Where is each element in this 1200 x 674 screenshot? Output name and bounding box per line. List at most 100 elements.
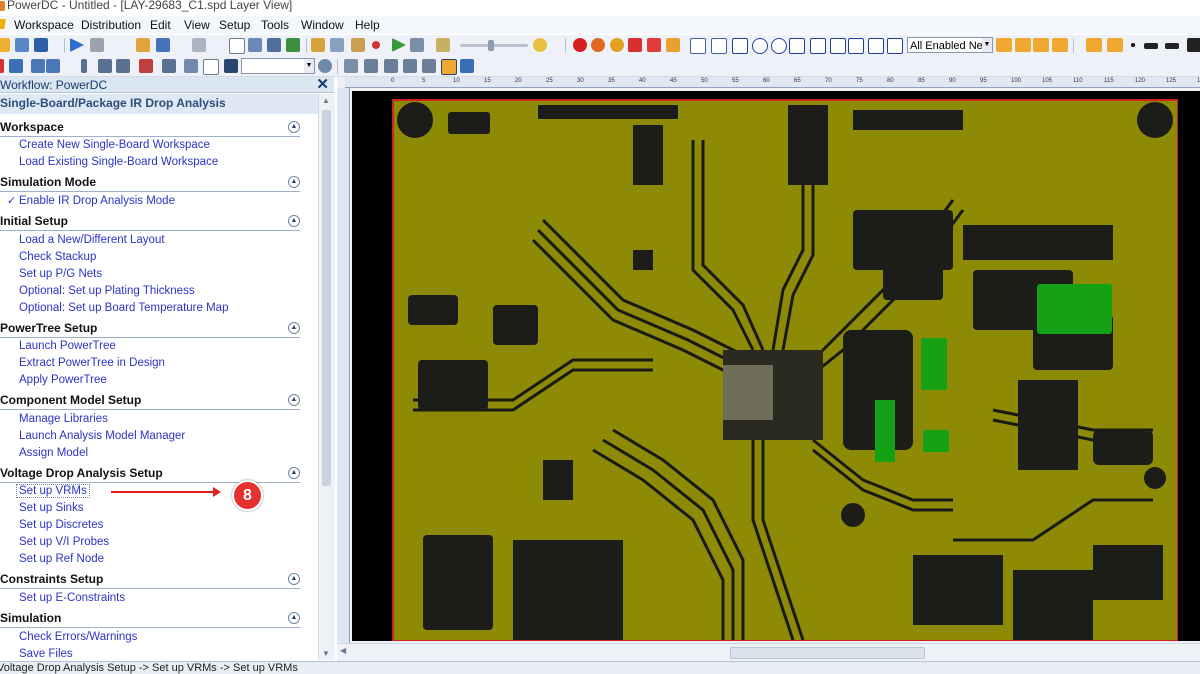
slider-track[interactable] <box>460 44 528 47</box>
section-initial-setup[interactable]: Initial Setup ▲ <box>0 214 300 231</box>
add-shape-icon[interactable] <box>789 38 805 54</box>
pan-icon[interactable] <box>46 59 60 73</box>
snap-icon[interactable] <box>162 59 176 73</box>
section-component-model-setup[interactable]: Component Model Setup ▲ <box>0 393 300 410</box>
layer-icon[interactable] <box>690 38 706 54</box>
link-manage-libraries[interactable]: Manage Libraries <box>19 413 108 425</box>
save-icon[interactable] <box>34 38 48 52</box>
circle-tool-icon[interactable] <box>868 38 884 54</box>
line-icon[interactable] <box>1015 38 1031 52</box>
section-powertree-setup[interactable]: PowerTree Setup ▲ <box>0 321 300 338</box>
scroll-thumb[interactable] <box>730 647 925 659</box>
link-assign-model[interactable]: Assign Model <box>19 447 88 459</box>
distribute-icon[interactable] <box>98 59 112 73</box>
link-temperature-map[interactable]: Optional: Set up Board Temperature Map <box>19 302 228 314</box>
menu-tools[interactable]: Tools <box>261 18 289 32</box>
collapse-icon[interactable]: ▲ <box>288 121 300 133</box>
menu-window[interactable]: Window <box>301 18 344 32</box>
link-check-stackup[interactable]: Check Stackup <box>19 251 96 263</box>
align-bottom-icon[interactable] <box>1086 38 1102 52</box>
cross-icon[interactable] <box>0 59 4 73</box>
collapse-icon[interactable]: ▲ <box>288 322 300 334</box>
polygon-icon[interactable] <box>810 38 826 54</box>
shape-tool-icon[interactable] <box>887 38 903 54</box>
cut-icon[interactable] <box>330 38 344 52</box>
draw-icon[interactable] <box>184 59 198 73</box>
rect-icon[interactable] <box>203 59 219 75</box>
menu-workspace[interactable]: Workspace <box>14 18 74 32</box>
probe-icon[interactable] <box>344 59 358 73</box>
capacitor-icon[interactable] <box>647 38 661 52</box>
link-setup-ref-node[interactable]: Set up Ref Node <box>19 553 104 565</box>
link-load-layout[interactable]: Load a New/Different Layout <box>19 234 165 246</box>
emoji-icon[interactable] <box>533 38 547 52</box>
collapse-icon[interactable]: ▲ <box>288 215 300 227</box>
rotate-icon[interactable] <box>248 38 262 52</box>
layer-view-icon[interactable] <box>441 59 457 75</box>
minus-circle-icon[interactable] <box>771 38 787 54</box>
link-plating-thickness[interactable]: Optional: Set up Plating Thickness <box>19 285 195 297</box>
slider-thumb[interactable] <box>488 40 494 51</box>
move-icon[interactable] <box>9 59 23 73</box>
bar-icon[interactable] <box>1144 43 1158 49</box>
stop-sign-icon[interactable] <box>591 38 605 52</box>
menu-help[interactable]: Help <box>355 18 380 32</box>
filter-icon[interactable] <box>610 38 624 52</box>
collapse-icon[interactable]: ▲ <box>288 176 300 188</box>
scroll-down-icon[interactable]: ▼ <box>322 649 330 658</box>
section-voltage-drop-setup[interactable]: Voltage Drop Analysis Setup ▲ <box>0 466 300 483</box>
menu-view[interactable]: View <box>184 18 210 32</box>
shape-edit-icon[interactable] <box>422 59 436 73</box>
open-icon[interactable] <box>15 38 29 52</box>
vertical-icon[interactable] <box>81 59 87 73</box>
link-launch-powertree[interactable]: Launch PowerTree <box>19 340 116 352</box>
menu-edit[interactable]: Edit <box>150 18 171 32</box>
no-entry-icon[interactable] <box>573 38 587 52</box>
stop-icon[interactable] <box>90 38 104 52</box>
link-model-manager[interactable]: Launch Analysis Model Manager <box>19 430 185 442</box>
link-setup-vi-probes[interactable]: Set up V/I Probes <box>19 536 109 548</box>
link-setup-vrms[interactable]: Set up VRMs <box>16 484 90 498</box>
link-extract-powertree[interactable]: Extract PowerTree in Design <box>19 357 165 369</box>
link-check-errors[interactable]: Check Errors/Warnings <box>19 631 137 643</box>
route-icon[interactable] <box>996 38 1012 52</box>
scroll-up-icon[interactable]: ▲ <box>322 96 330 105</box>
measure-icon[interactable] <box>410 38 424 52</box>
scroll-thumb[interactable] <box>322 110 331 486</box>
link-load-workspace[interactable]: Load Existing Single-Board Workspace <box>19 156 218 168</box>
component-icon[interactable] <box>628 38 642 52</box>
brightness-icon[interactable] <box>436 38 450 52</box>
redo-icon[interactable] <box>192 38 206 52</box>
layer-filter-select[interactable]: All Enabled Ne ▼ <box>907 37 993 53</box>
menu-setup[interactable]: Setup <box>219 18 250 32</box>
undo-icon[interactable] <box>156 38 170 52</box>
offset-icon[interactable] <box>1187 38 1200 52</box>
open-folder-icon[interactable] <box>136 38 150 52</box>
highlight-net-icon[interactable] <box>384 59 398 73</box>
mirror-icon[interactable] <box>116 59 130 73</box>
link-setup-e-constraints[interactable]: Set up E-Constraints <box>19 592 125 604</box>
dot-icon[interactable] <box>1131 43 1135 47</box>
pcb-board[interactable] <box>392 99 1178 641</box>
link-enable-ir-drop[interactable]: Enable IR Drop Analysis Mode <box>19 195 175 207</box>
collapse-icon[interactable]: ▲ <box>288 612 300 624</box>
link-setup-discretes[interactable]: Set up Discretes <box>19 519 103 531</box>
select-box-icon[interactable] <box>229 38 245 54</box>
record-icon[interactable] <box>372 41 380 49</box>
via-icon[interactable] <box>848 38 864 54</box>
scroll-left-icon[interactable]: ◀ <box>340 646 346 655</box>
import-icon[interactable] <box>311 38 325 52</box>
grid-icon[interactable] <box>711 38 727 54</box>
collapse-icon[interactable]: ▲ <box>288 467 300 479</box>
menu-distribution[interactable]: Distribution <box>81 18 141 32</box>
bend-icon[interactable] <box>1033 38 1049 52</box>
zoom-fit-icon[interactable] <box>267 38 281 52</box>
link-apply-powertree[interactable]: Apply PowerTree <box>19 374 107 386</box>
workflow-scrollbar[interactable]: ▲ ▼ <box>318 94 335 660</box>
waveform-icon[interactable] <box>139 59 153 73</box>
view-icon[interactable] <box>286 38 300 52</box>
section-constraints-setup[interactable]: Constraints Setup ▲ <box>0 572 300 589</box>
3d-view-icon[interactable] <box>460 59 474 73</box>
search-combo[interactable]: ▼ <box>241 58 315 74</box>
net-icon[interactable] <box>364 59 378 73</box>
